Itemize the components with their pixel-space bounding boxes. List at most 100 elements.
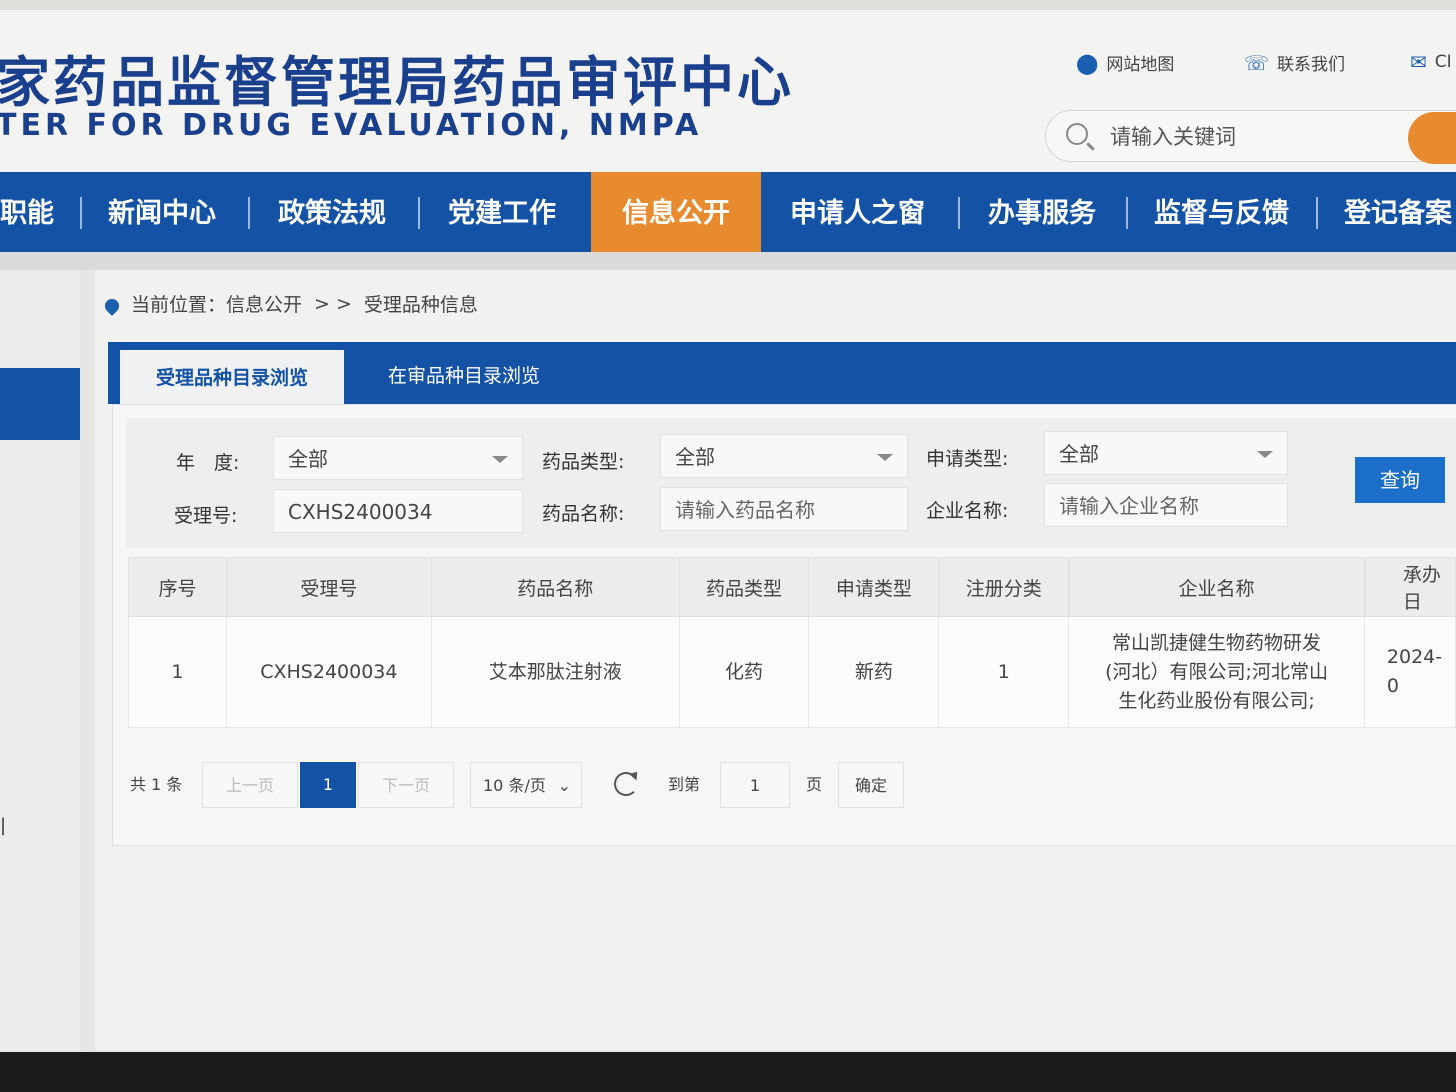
tab-reviewing-catalog[interactable]: 在审品种目录浏览 — [388, 342, 540, 404]
cell-reg-class: 1 — [938, 616, 1070, 728]
sitemap-link[interactable]: ⬤ 网站地图 — [1076, 50, 1175, 76]
col-header-drug-type: 药品类型 — [678, 557, 810, 617]
drug-type-select[interactable]: 全部 — [660, 434, 908, 478]
chevron-down-icon — [1257, 451, 1273, 458]
mail-label: CI — [1434, 52, 1452, 72]
breadcrumb-separator: > > — [314, 292, 352, 315]
screen-bezel — [0, 1052, 1456, 1092]
chevron-down-icon: ⌄ — [557, 776, 571, 795]
contact-link[interactable]: ☏ 联系我们 — [1244, 50, 1346, 76]
year-value: 全部 — [288, 447, 328, 471]
apply-type-select[interactable]: 全部 — [1044, 431, 1288, 475]
cell-accept-no[interactable]: CXHS2400034 — [225, 616, 432, 728]
breadcrumb-label: 当前位置： — [131, 294, 227, 316]
col-header-no: 序号 — [128, 557, 227, 617]
pager-next-button[interactable]: 下一页 — [358, 762, 454, 808]
accept-no-input[interactable]: CXHS2400034 — [273, 489, 523, 533]
cell-drug-type: 化药 — [678, 616, 810, 728]
mail-link[interactable]: ✉ CI — [1410, 50, 1452, 74]
table-header-row: 序号 受理号 药品名称 药品类型 申请类型 注册分类 企业名称 承办日 — [128, 557, 1456, 617]
nav-item-party[interactable]: 党建工作 — [448, 172, 556, 252]
year-label: 年 度: — [176, 452, 240, 474]
nav-divider — [958, 197, 960, 229]
chevron-down-icon — [877, 454, 893, 461]
tab-accepted-catalog[interactable]: 受理品种目录浏览 — [120, 350, 344, 404]
query-button[interactable]: 查询 — [1355, 457, 1445, 503]
nav-item-feedback[interactable]: 监督与反馈 — [1154, 172, 1289, 252]
table-row[interactable]: 1 CXHS2400034 艾本那肽注射液 化药 新药 1 常山凯捷健生物药物研… — [128, 616, 1456, 728]
company-line: 生化药业股份有限公司; — [1118, 689, 1315, 712]
goto-confirm-button[interactable]: 确定 — [838, 762, 904, 808]
drug-name-input[interactable]: 请输入药品名称 — [660, 487, 908, 531]
company-line: (河北）有限公司;河北常山 — [1105, 660, 1328, 683]
nav-divider — [1126, 197, 1128, 229]
nav-divider — [1316, 197, 1318, 229]
browser-strip — [0, 0, 1456, 10]
col-header-company: 企业名称 — [1068, 557, 1365, 617]
drug-name-label: 药品名称: — [542, 503, 625, 525]
apply-type-value: 全部 — [1059, 442, 1099, 466]
col-header-reg-class: 注册分类 — [938, 557, 1070, 617]
sidebar-fragment: | — [0, 815, 7, 836]
contact-label: 联系我们 — [1277, 55, 1346, 75]
tab-bar: 受理品种目录浏览 在审品种目录浏览 — [108, 342, 1456, 404]
col-header-accept-no: 受理号 — [225, 557, 432, 617]
page-size-select[interactable]: 10 条/页 ⌄ — [470, 762, 582, 808]
main-nav: 职能 新闻中心 政策法规 党建工作 信息公开 申请人之窗 办事服务 监督与反馈 … — [0, 172, 1456, 252]
site-header: 家药品监督管理局药品审评中心 TER FOR DRUG EVALUATION, … — [0, 0, 1456, 172]
company-label: 企业名称: — [926, 500, 1009, 522]
nav-divider — [80, 197, 82, 229]
drug-type-label: 药品类型: — [542, 451, 625, 473]
pager-total: 共 1 条 — [130, 775, 183, 794]
location-pin-icon: ⬤ — [1076, 50, 1099, 75]
nav-divider — [418, 197, 420, 229]
sidebar-active-item[interactable] — [0, 368, 80, 440]
cell-drug-name[interactable]: 艾本那肽注射液 — [430, 616, 680, 728]
pagination: 共 1 条 上一页 1 下一页 10 条/页 ⌄ 到第 1 页 确定 — [130, 762, 930, 812]
cell-no: 1 — [128, 616, 227, 728]
search-button[interactable] — [1408, 112, 1456, 164]
results-table: 序号 受理号 药品名称 药品类型 申请类型 注册分类 企业名称 承办日 1 CX… — [128, 557, 1456, 728]
nav-item-registration[interactable]: 登记备案 — [1344, 172, 1452, 252]
site-title: 家药品监督管理局药品审评中心 — [0, 50, 794, 114]
search-input[interactable] — [1108, 121, 1412, 153]
page-unit-label: 页 — [805, 775, 822, 794]
search-box — [1045, 110, 1456, 162]
company-line: 常山凯捷健生物药物研发 — [1112, 631, 1322, 654]
search-icon — [1066, 123, 1088, 145]
accept-no-value: CXHS2400034 — [288, 500, 433, 524]
col-header-apply-type: 申请类型 — [808, 557, 940, 617]
goto-page-input[interactable]: 1 — [720, 762, 790, 808]
drug-name-placeholder: 请输入药品名称 — [675, 498, 815, 522]
page-size-value: 10 条/页 — [483, 776, 546, 795]
nav-shadow — [0, 252, 1456, 270]
nav-divider — [248, 197, 250, 229]
sitemap-label: 网站地图 — [1106, 55, 1175, 75]
nav-item-policy[interactable]: 政策法规 — [278, 172, 386, 252]
refresh-icon[interactable] — [614, 772, 638, 796]
col-header-drug-name: 药品名称 — [430, 557, 680, 617]
pager-prev-button[interactable]: 上一页 — [202, 762, 298, 808]
cell-company: 常山凯捷健生物药物研发 (河北）有限公司;河北常山 生化药业股份有限公司; — [1068, 616, 1365, 728]
cell-date: 2024-0 — [1363, 616, 1456, 728]
breadcrumb: 当前位置： 信息公开 > > 受理品种信息 — [102, 290, 478, 317]
company-input[interactable]: 请输入企业名称 — [1044, 483, 1288, 527]
location-pin-icon — [102, 295, 122, 316]
year-select[interactable]: 全部 — [273, 436, 523, 480]
cell-apply-type: 新药 — [808, 616, 940, 728]
mail-icon: ✉ — [1410, 50, 1427, 74]
pager-page-1[interactable]: 1 — [300, 762, 356, 808]
nav-item-services[interactable]: 办事服务 — [988, 172, 1096, 252]
apply-type-label: 申请类型: — [926, 448, 1009, 470]
col-header-date: 承办日 — [1363, 557, 1456, 617]
chevron-down-icon — [492, 456, 508, 463]
breadcrumb-info-link[interactable]: 信息公开 — [226, 290, 302, 317]
nav-item-news[interactable]: 新闻中心 — [108, 172, 216, 252]
nav-item-applicant[interactable]: 申请人之窗 — [790, 172, 925, 252]
company-placeholder: 请输入企业名称 — [1059, 494, 1199, 518]
nav-item-duties[interactable]: 职能 — [0, 172, 54, 252]
drug-type-value: 全部 — [675, 445, 715, 469]
site-subtitle: TER FOR DRUG EVALUATION, NMPA — [0, 108, 703, 143]
nav-item-info-disclosure[interactable]: 信息公开 — [591, 172, 761, 252]
breadcrumb-current: 受理品种信息 — [363, 294, 478, 316]
